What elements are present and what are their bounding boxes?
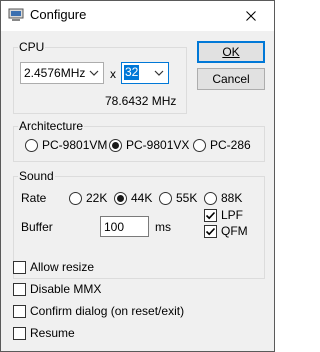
disable-mmx-label: Disable MMX — [30, 282, 102, 296]
radio-pc-9801vx[interactable]: PC-9801VX — [109, 137, 189, 153]
cpu-frequency-result: 78.6432 MHz — [105, 94, 177, 108]
dialog-client: CPU 2.4576MHz x 32 78.6432 MHz OK Cancel… — [1, 31, 274, 351]
radio-label: 22K — [86, 191, 108, 205]
buffer-input-box[interactable] — [100, 216, 149, 237]
confirm-dialog-checkbox[interactable]: Confirm dialog (on reset/exit) — [13, 303, 184, 319]
radio-rate-55k[interactable]: 55K — [159, 190, 197, 206]
radio-indicator — [25, 138, 38, 152]
cpu-multiplier-value: 32 — [124, 65, 140, 80]
buffer-input[interactable] — [101, 217, 148, 236]
checkbox-box — [13, 304, 26, 318]
sound-legend: Sound — [19, 169, 54, 183]
radio-indicator — [109, 138, 122, 152]
radio-rate-44k[interactable]: 44K — [114, 190, 152, 206]
radio-pc-9801vm[interactable]: PC-9801VM — [25, 137, 107, 153]
window-title: Configure — [30, 7, 87, 22]
chevron-down-icon — [89, 70, 99, 76]
qfm-label: QFM — [221, 224, 248, 238]
cancel-button[interactable]: Cancel — [197, 68, 265, 90]
cpu-multiplier-select[interactable]: 32 — [121, 62, 169, 84]
configure-dialog: Configure CPU 2.4576MHz x 32 78.6432 MHz — [0, 0, 275, 352]
checkmark-icon — [205, 211, 216, 219]
close-icon — [246, 11, 256, 21]
radio-label: PC-9801VX — [126, 138, 190, 152]
allow-resize-label: Allow resize — [30, 260, 95, 274]
lpf-label: LPF — [221, 208, 244, 222]
chevron-down-icon — [154, 70, 164, 76]
buffer-unit: ms — [155, 220, 171, 234]
radio-rate-22k[interactable]: 22K — [69, 190, 107, 206]
app-icon — [8, 8, 24, 21]
qfm-checkbox[interactable]: QFM — [204, 223, 248, 239]
resume-checkbox[interactable]: Resume — [13, 325, 75, 341]
allow-resize-checkbox[interactable]: Allow resize — [13, 259, 94, 275]
radio-indicator — [69, 191, 82, 205]
radio-label: 88K — [221, 191, 243, 205]
checkbox-box — [204, 224, 217, 238]
cancel-label: Cancel — [212, 72, 250, 86]
buffer-label: Buffer — [21, 220, 53, 234]
lpf-checkbox[interactable]: LPF — [204, 207, 243, 223]
cpu-clock-select[interactable]: 2.4576MHz — [20, 62, 104, 84]
checkbox-box — [13, 326, 26, 340]
radio-label: 44K — [131, 191, 153, 205]
radio-indicator — [204, 191, 217, 205]
radio-indicator — [193, 138, 206, 152]
multiply-sign: x — [110, 67, 116, 81]
checkbox-box — [13, 260, 26, 274]
checkbox-box — [204, 208, 217, 222]
checkbox-box — [13, 282, 26, 296]
ok-button[interactable]: OK — [197, 41, 265, 63]
disable-mmx-checkbox[interactable]: Disable MMX — [13, 281, 101, 297]
cpu-clock-value: 2.4576MHz — [24, 66, 86, 80]
close-button[interactable] — [228, 1, 274, 31]
radio-indicator — [114, 191, 127, 205]
radio-indicator — [159, 191, 172, 205]
ok-label: OK — [222, 45, 240, 59]
radio-pc-286[interactable]: PC-286 — [193, 137, 251, 153]
radio-rate-88k[interactable]: 88K — [204, 190, 242, 206]
radio-label: 55K — [176, 191, 198, 205]
radio-label: PC-9801VM — [42, 138, 108, 152]
confirm-dialog-label: Confirm dialog (on reset/exit) — [30, 304, 185, 318]
rate-label: Rate — [21, 191, 47, 205]
title-bar: Configure — [1, 1, 274, 31]
architecture-legend: Architecture — [19, 119, 84, 133]
checkmark-icon — [205, 227, 216, 235]
cpu-legend: CPU — [19, 40, 45, 54]
radio-label: PC-286 — [210, 138, 251, 152]
resume-label: Resume — [30, 326, 75, 340]
